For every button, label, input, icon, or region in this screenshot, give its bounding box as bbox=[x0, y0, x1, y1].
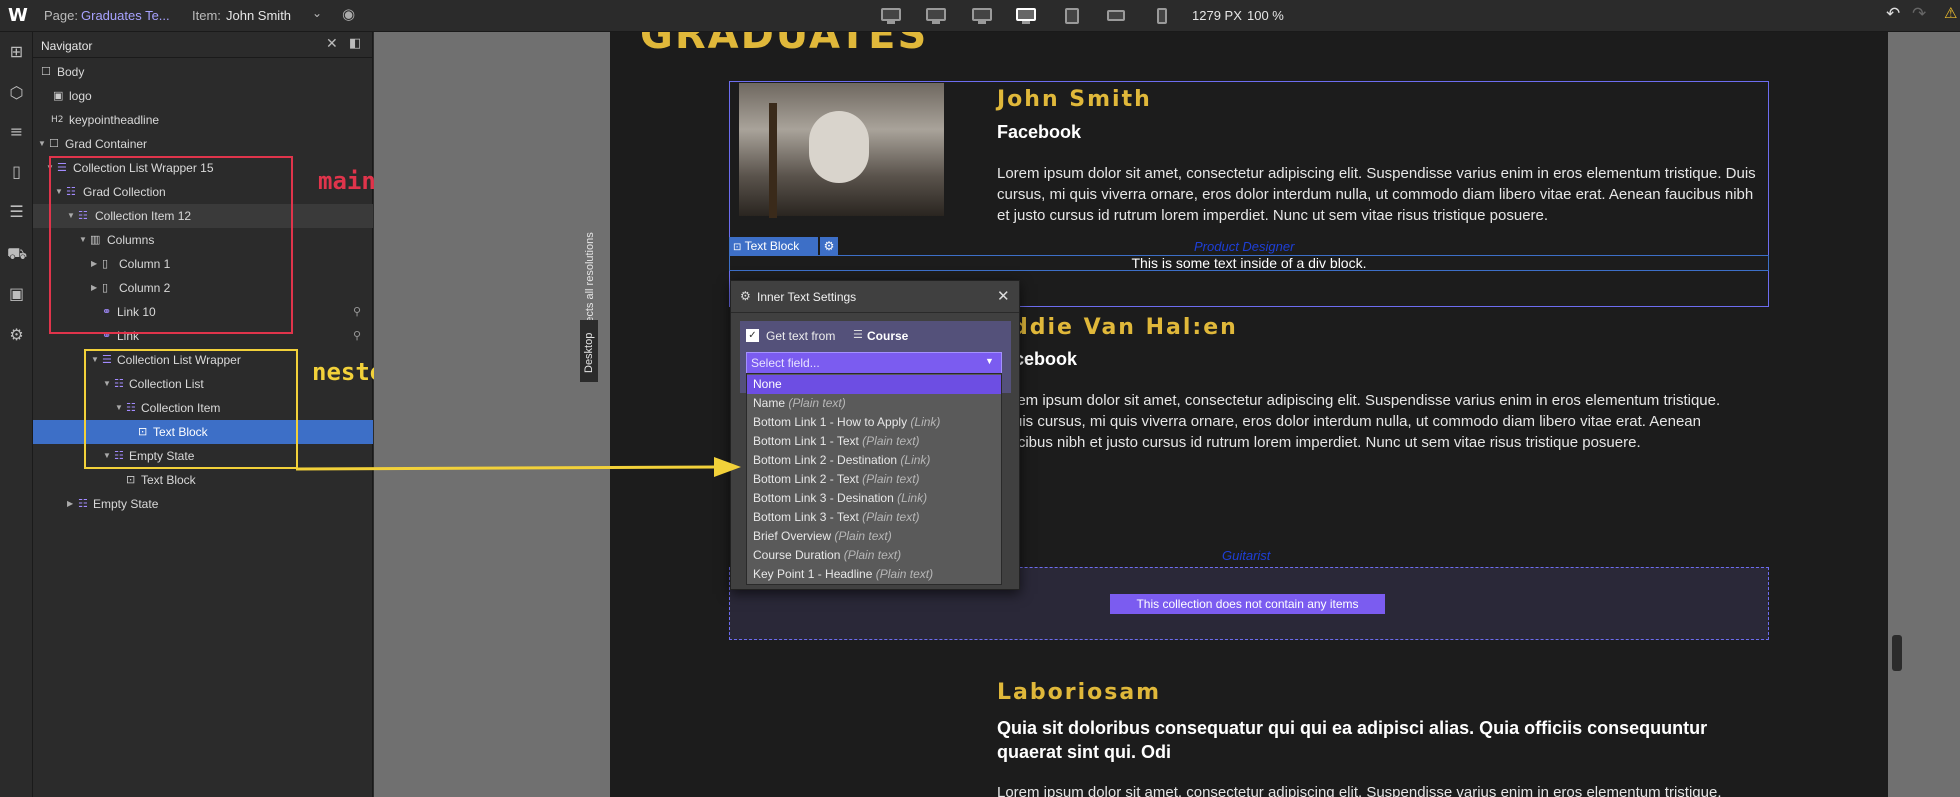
pin-icon[interactable]: ⚲ bbox=[353, 300, 361, 324]
dialog-header: ⚙ Inner Text Settings ✕ bbox=[731, 281, 1019, 313]
main-collection-highlight-box bbox=[49, 156, 293, 334]
dock-panel-icon[interactable]: ◧ bbox=[349, 36, 361, 51]
annotation-arrow bbox=[296, 457, 741, 477]
source-collection: Course bbox=[867, 329, 909, 343]
graduate-company: Facebook bbox=[997, 122, 1082, 142]
select-field-dropdown[interactable]: Select field... ▼ bbox=[746, 352, 1002, 374]
navigator-icon[interactable]: ≡ bbox=[7, 122, 26, 141]
page-label: Page: bbox=[44, 8, 78, 23]
option-name[interactable]: Name (Plain text) bbox=[747, 394, 1001, 413]
pages-icon[interactable]: ▯ bbox=[7, 162, 26, 181]
breakpoint-small-icon[interactable] bbox=[966, 4, 996, 26]
ecommerce-cart-icon[interactable]: ⛟ bbox=[7, 244, 27, 263]
tree-row-keypointheadline[interactable]: H2 keypointheadline bbox=[33, 108, 373, 132]
graduate-name: John Smith bbox=[997, 87, 1152, 112]
graduate-bio-2-line-3: faucibus nibh et justo cursus id rutrum … bbox=[997, 434, 1641, 451]
symbols-icon[interactable]: ⬡ bbox=[7, 83, 26, 102]
close-icon[interactable]: ✕ bbox=[997, 287, 1010, 305]
dialog-title: Inner Text Settings bbox=[757, 290, 857, 304]
top-toolbar: W Page: Graduates Te... Item: John Smith… bbox=[0, 0, 1960, 32]
body-icon: ☐ bbox=[41, 65, 51, 78]
graduate-bio-2-line-2: uis cursus, mi quis viverra ornare, eros… bbox=[1014, 413, 1701, 430]
page-selector[interactable]: Graduates Te... bbox=[81, 8, 170, 23]
heading-icon: H2 bbox=[51, 115, 64, 125]
option-bottom-link-1-text[interactable]: Bottom Link 1 - Text (Plain text) bbox=[747, 432, 1001, 451]
caret-down-icon[interactable]: ▼ bbox=[38, 132, 46, 156]
breakpoint-tablet-icon[interactable] bbox=[1056, 4, 1086, 26]
item-selector[interactable]: John Smith bbox=[226, 8, 291, 23]
graduate-name-2: ddie Van Hal:en bbox=[1012, 315, 1238, 340]
div-block-icon: ☐ bbox=[49, 137, 59, 150]
canvas-width: 1279 PX bbox=[1192, 8, 1242, 23]
breakpoint-large-icon[interactable] bbox=[875, 4, 905, 26]
assets-icon[interactable]: ▣ bbox=[7, 284, 26, 303]
option-bottom-link-3-text[interactable]: Bottom Link 3 - Text (Plain text) bbox=[747, 508, 1001, 527]
undo-icon[interactable]: ↶ bbox=[1886, 4, 1900, 24]
empty-collection-message: This collection does not contain any ite… bbox=[1110, 594, 1385, 614]
settings-gear-icon[interactable]: ⚙ bbox=[7, 325, 26, 344]
graduate-role-2: Guitarist bbox=[1222, 548, 1271, 563]
graduate-company-3: Quia sit doloribus consequatur qui qui e… bbox=[997, 718, 1708, 762]
option-bottom-link-3-desination[interactable]: Bottom Link 3 - Desination (Link) bbox=[747, 489, 1001, 508]
cms-icon[interactable]: ☰ bbox=[7, 202, 26, 221]
navigator-title: Navigator bbox=[41, 39, 93, 53]
pin-icon[interactable]: ⚲ bbox=[353, 324, 361, 348]
option-course-duration[interactable]: Course Duration (Plain text) bbox=[747, 546, 1001, 565]
element-settings-gear-icon[interactable]: ⚙ bbox=[820, 237, 838, 255]
breakpoint-medium-icon[interactable] bbox=[920, 4, 950, 26]
graduate-role: Product Designer bbox=[1194, 239, 1295, 254]
tree-row-body[interactable]: ☐ Body bbox=[33, 60, 373, 84]
breakpoint-landscape-icon[interactable] bbox=[1100, 4, 1130, 26]
selected-element-tag[interactable]: ⊡ Text Block bbox=[729, 237, 818, 255]
left-icon-rail: ⊞ ⬡ ≡ ▯ ☰ ⛟ ▣ ⚙ bbox=[0, 32, 33, 797]
graduate-bio-2-line-1: lem ipsum dolor sit amet, consectetur ad… bbox=[1014, 392, 1721, 409]
zoom-level: 100 % bbox=[1247, 8, 1284, 23]
breakpoint-portrait-icon[interactable] bbox=[1146, 4, 1176, 26]
option-brief-overview[interactable]: Brief Overview (Plain text) bbox=[747, 527, 1001, 546]
get-text-label: Get text from bbox=[766, 329, 836, 343]
text-block-icon: ⊡ bbox=[733, 242, 745, 253]
graduate-bio-3: Lorem ipsum dolor sit amet, consectetur … bbox=[997, 784, 1722, 797]
div-block-text[interactable]: This is some text inside of a div block. bbox=[729, 255, 1769, 271]
field-options-list: None Name (Plain text) Bottom Link 1 - H… bbox=[746, 373, 1002, 585]
breakpoint-desktop-icon[interactable] bbox=[1010, 4, 1040, 26]
webflow-logo-icon[interactable]: W bbox=[8, 5, 28, 26]
option-none[interactable]: None bbox=[747, 375, 1001, 394]
graduate-bio: Lorem ipsum dolor sit amet, consectetur … bbox=[997, 165, 1756, 224]
image-icon: ▣ bbox=[53, 89, 64, 102]
tree-row-empty-state-outer[interactable]: ▶ ☷ Empty State bbox=[33, 492, 373, 516]
canvas-background-left: Affects all resolutions Desktop bbox=[374, 32, 610, 797]
collection-icon: ☰ bbox=[853, 328, 863, 341]
chevron-down-icon[interactable]: ⌄ bbox=[312, 6, 322, 20]
nested-collection-highlight-box bbox=[84, 349, 298, 469]
profile-photo bbox=[739, 83, 944, 218]
desktop-breakpoint-tag: Desktop bbox=[580, 320, 598, 382]
option-bottom-link-1-how-to-apply[interactable]: Bottom Link 1 - How to Apply (Link) bbox=[747, 413, 1001, 432]
redo-icon[interactable]: ↷ bbox=[1912, 4, 1926, 24]
text-block-icon: ⊡ bbox=[126, 473, 136, 486]
get-text-checkbox[interactable]: ✓ bbox=[746, 329, 759, 342]
navigator-header: Navigator ✕ ◧ bbox=[33, 32, 373, 58]
option-bottom-link-2-destination[interactable]: Bottom Link 2 - Destination (Link) bbox=[747, 451, 1001, 470]
canvas-background-right bbox=[1888, 32, 1960, 797]
arrow-line bbox=[296, 465, 717, 471]
add-panel-icon[interactable]: ⊞ bbox=[7, 42, 26, 61]
warning-icon[interactable]: ⚠ bbox=[1944, 4, 1957, 22]
canvas-resize-handle[interactable] bbox=[1892, 635, 1902, 671]
graduates-heading: GRADUATES bbox=[640, 32, 929, 58]
arrow-head bbox=[714, 457, 741, 477]
tree-row-grad-container[interactable]: ▼ ☐ Grad Container bbox=[33, 132, 373, 156]
graduate-company-2: cebook bbox=[1014, 349, 1078, 369]
option-key-point-1-headline[interactable]: Key Point 1 - Headline (Plain text) bbox=[747, 565, 1001, 584]
tree-row-logo[interactable]: ▣ logo bbox=[33, 84, 373, 108]
option-bottom-link-2-text[interactable]: Bottom Link 2 - Text (Plain text) bbox=[747, 470, 1001, 489]
pin-off-icon[interactable]: ✕ bbox=[326, 36, 338, 52]
item-label: Item: bbox=[192, 8, 221, 23]
settings-gear-icon: ⚙ bbox=[740, 289, 751, 303]
preview-eye-icon[interactable]: ◉ bbox=[342, 5, 355, 23]
caret-right-icon[interactable]: ▶ bbox=[67, 492, 73, 516]
empty-state-icon: ☷ bbox=[78, 497, 88, 510]
graduate-name-3: Laboriosam bbox=[997, 680, 1162, 705]
caret-down-icon: ▼ bbox=[985, 356, 994, 366]
